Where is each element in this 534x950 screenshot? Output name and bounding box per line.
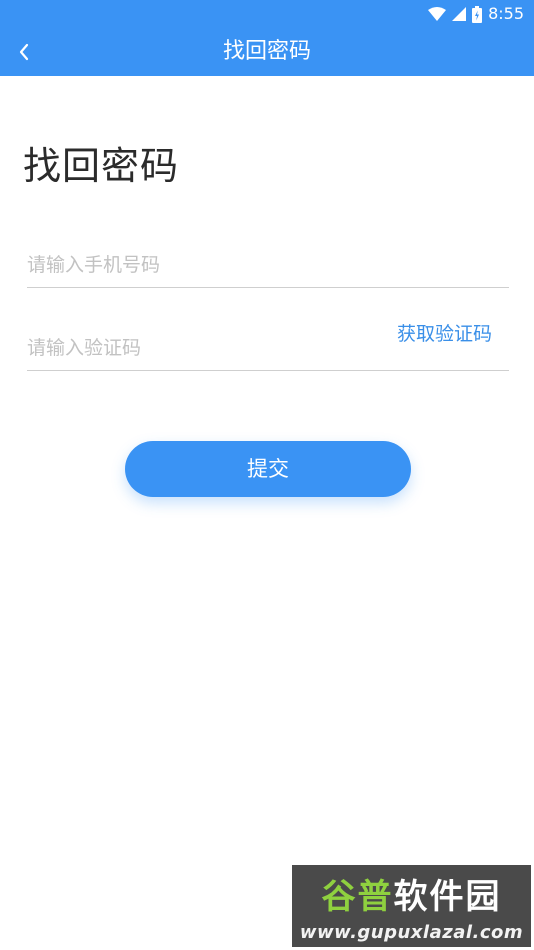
page-title: 找回密码 xyxy=(23,144,180,188)
back-button[interactable] xyxy=(4,28,44,76)
cellular-signal-icon xyxy=(452,7,467,21)
phone-field-container xyxy=(27,243,509,288)
code-field-container: 获取验证码 xyxy=(27,323,509,371)
watermark-url: www.gupuxlazal.com xyxy=(299,922,524,943)
wifi-icon xyxy=(428,7,447,21)
app-bar-title: 找回密码 xyxy=(222,39,311,64)
watermark-logo: 谷普 软件园 www.gupuxlazal.com xyxy=(292,865,531,947)
app-bar: 找回密码 xyxy=(0,28,534,76)
status-bar: 8:55 xyxy=(0,0,534,28)
phone-input[interactable] xyxy=(27,243,509,287)
status-time: 8:55 xyxy=(488,4,524,23)
verification-code-input[interactable] xyxy=(27,326,367,370)
chevron-left-icon xyxy=(19,43,29,61)
watermark-brand-part2: 软件园 xyxy=(393,876,502,917)
watermark-brand: 谷普 软件园 xyxy=(292,865,531,921)
watermark-brand-part1: 谷普 xyxy=(321,876,394,917)
get-code-button[interactable]: 获取验证码 xyxy=(397,322,492,346)
submit-button[interactable]: 提交 xyxy=(125,441,411,497)
find-password-screen: 8:55 找回密码 找回密码 获取验证码 提交 谷普 软件园 www.gupux… xyxy=(0,0,534,950)
status-icons: 8:55 xyxy=(428,3,524,25)
battery-icon xyxy=(472,5,483,23)
